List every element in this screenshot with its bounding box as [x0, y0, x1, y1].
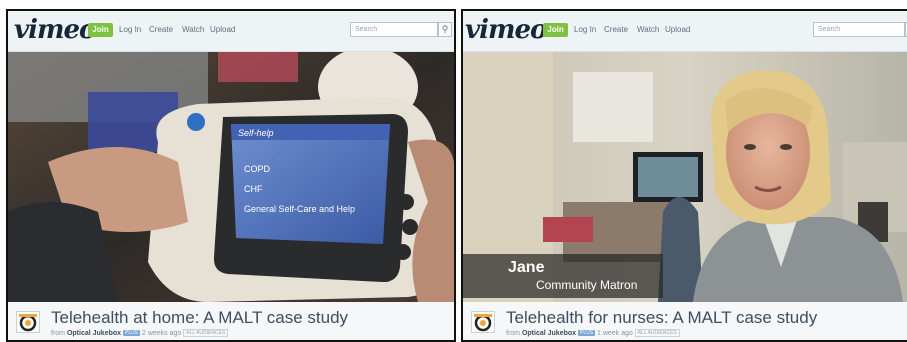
join-button[interactable]: Join: [88, 23, 113, 37]
join-button[interactable]: Join: [543, 23, 568, 37]
author-link[interactable]: Optical Jukebox: [67, 330, 121, 337]
from-label: from: [51, 329, 65, 337]
vimeo-header: vimeo Join Log In Create Watch Upload Se…: [463, 11, 907, 52]
channel-avatar[interactable]: [471, 311, 495, 333]
audience-badge: ALL AUDIENCES: [183, 329, 229, 337]
video-title[interactable]: Telehealth at home: A MALT case study: [51, 308, 348, 328]
from-label: from: [506, 329, 520, 337]
nav-watch[interactable]: Watch: [637, 25, 659, 34]
search-input[interactable]: Search: [813, 22, 905, 37]
search-icon[interactable]: ⚲: [438, 22, 452, 37]
vimeo-logo[interactable]: vimeo: [465, 15, 547, 45]
video-player[interactable]: Self-help COPD CHF General Self-Care and…: [8, 52, 454, 302]
video-title[interactable]: Telehealth for nurses: A MALT case study: [506, 308, 817, 328]
video-panel-telehealth-nurses: vimeo Join Log In Create Watch Upload Se…: [461, 9, 907, 342]
video-byline: from Optical Jukebox PLUS 2 weeks ago AL…: [51, 329, 229, 337]
screen-menu-item-copd: COPD: [244, 164, 271, 174]
channel-avatar[interactable]: [16, 311, 40, 333]
video-info: Telehealth at home: A MALT case study fr…: [8, 302, 454, 340]
plus-badge: PLUS: [577, 330, 596, 336]
video-frame-telehealth-device: Self-help COPD CHF General Self-Care and…: [8, 52, 454, 302]
nav-log-in[interactable]: Log In: [574, 25, 596, 34]
screen-menu-item-chf: CHF: [244, 184, 263, 194]
audience-badge: ALL AUDIENCES: [634, 329, 680, 337]
nav-upload[interactable]: Upload: [210, 25, 235, 34]
lower-third-role: Community Matron: [536, 278, 638, 292]
video-panel-telehealth-home: vimeo Join Log In Create Watch Upload Se…: [6, 9, 456, 342]
screen-title: Self-help: [238, 128, 274, 138]
nav-watch[interactable]: Watch: [182, 25, 204, 34]
nav-create[interactable]: Create: [604, 25, 628, 34]
author-link[interactable]: Optical Jukebox: [522, 330, 576, 337]
vimeo-header: vimeo Join Log In Create Watch Upload Se…: [8, 11, 454, 52]
screen-menu-item-general: General Self-Care and Help: [244, 204, 355, 214]
vimeo-logo[interactable]: vimeo: [14, 15, 96, 45]
upload-time: 2 weeks ago: [142, 329, 182, 337]
lower-third-name: Jane: [508, 259, 545, 276]
nav-log-in[interactable]: Log In: [119, 25, 141, 34]
search-input[interactable]: Search: [350, 22, 438, 37]
video-byline: from Optical Jukebox PLUS 1 week ago ALL…: [506, 329, 680, 337]
nav-create[interactable]: Create: [149, 25, 173, 34]
video-info: Telehealth for nurses: A MALT case study…: [463, 302, 907, 340]
video-player[interactable]: Jane Community Matron: [463, 52, 907, 302]
nav-upload[interactable]: Upload: [665, 25, 690, 34]
upload-time: 1 week ago: [597, 329, 633, 337]
plus-badge: PLUS: [122, 330, 141, 336]
